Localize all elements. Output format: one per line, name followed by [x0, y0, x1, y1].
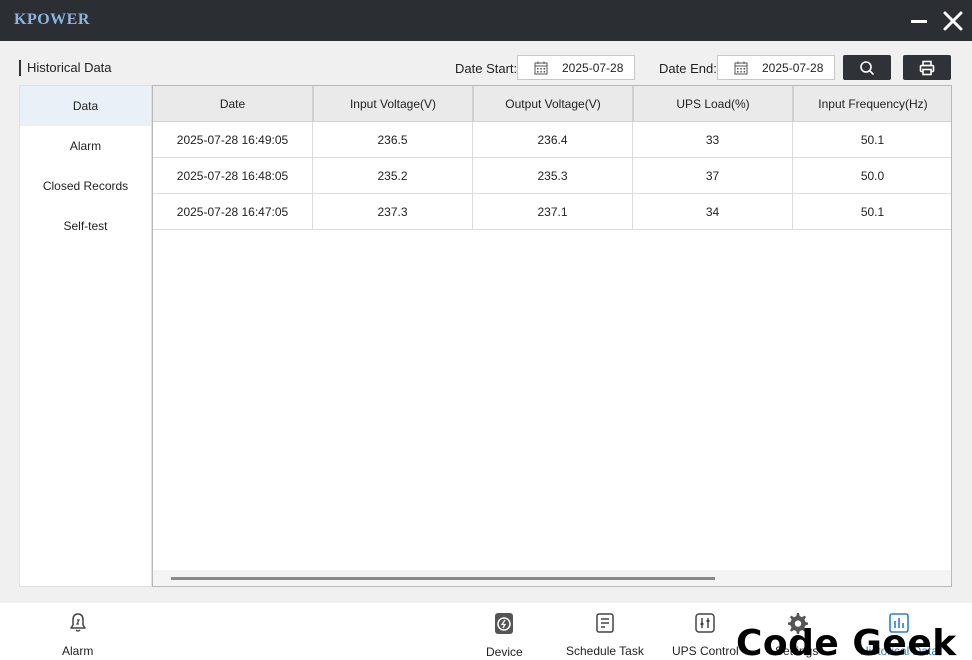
nav-label: Device [486, 645, 523, 659]
sidebar-item-self-test[interactable]: Self-test [20, 206, 151, 246]
table-cell: 2025-07-28 16:47:05 [153, 194, 313, 230]
table-row[interactable]: 2025-07-28 16:49:05 236.5 236.4 33 50.1 [153, 122, 951, 158]
ups-control-icon [695, 613, 716, 633]
alarm-bell-icon [69, 613, 86, 632]
table-cell: 237.3 [313, 194, 473, 230]
date-end-label: Date End: [659, 61, 717, 76]
device-power-icon [495, 613, 514, 634]
date-start-label: Date Start: [455, 61, 518, 76]
table-cell: 236.4 [473, 122, 633, 158]
column-header-date[interactable]: Date [153, 86, 313, 122]
close-icon [943, 11, 963, 31]
column-header-input-voltage[interactable]: Input Voltage(V) [313, 86, 473, 122]
table-cell: 237.1 [473, 194, 633, 230]
table-cell: 50.1 [793, 122, 951, 158]
search-icon [860, 60, 874, 75]
table-cell: 235.2 [313, 158, 473, 194]
scrollbar-thumb[interactable] [171, 577, 715, 580]
table-cell: 236.5 [313, 122, 473, 158]
nav-label: UPS Control [672, 644, 739, 658]
sidebar-item-label: Alarm [69, 139, 102, 153]
search-button[interactable] [843, 55, 891, 80]
table-cell: 37 [633, 158, 793, 194]
minimize-button[interactable] [907, 8, 933, 34]
nav-device[interactable]: Device [486, 603, 523, 660]
nav-alarm[interactable]: Alarm [62, 603, 93, 660]
table-cell: 34 [633, 194, 793, 230]
horizontal-scrollbar[interactable] [153, 570, 951, 586]
column-header-output-voltage[interactable]: Output Voltage(V) [473, 86, 633, 122]
sidebar-item-label: Closed Records [42, 179, 129, 193]
sidebar: Data Alarm Closed Records Self-test [19, 85, 152, 587]
data-table: Date Input Voltage(V) Output Voltage(V) … [152, 85, 952, 587]
sidebar-item-label: Data [72, 99, 99, 113]
table-cell: 50.0 [793, 158, 951, 194]
sidebar-item-alarm[interactable]: Alarm [20, 126, 151, 166]
column-header-ups-load[interactable]: UPS Load(%) [633, 86, 793, 122]
date-end-value: 2025-07-28 [762, 60, 824, 75]
nav-ups-control[interactable]: UPS Control [672, 603, 739, 660]
minimize-icon [911, 20, 927, 23]
sidebar-item-label: Self-test [63, 219, 108, 233]
nav-schedule-task[interactable]: Schedule Task [566, 603, 644, 660]
table-cell: 2025-07-28 16:48:05 [153, 158, 313, 194]
app-brand: KPOWER [14, 11, 90, 28]
watermark: Code Geek [736, 623, 957, 660]
sidebar-item-data[interactable]: Data [20, 86, 151, 126]
schedule-task-icon [596, 613, 614, 633]
sidebar-item-closed-records[interactable]: Closed Records [20, 166, 151, 206]
table-cell: 33 [633, 122, 793, 158]
table-cell: 235.3 [473, 158, 633, 194]
table-cell: 50.1 [793, 194, 951, 230]
table-row[interactable]: 2025-07-28 16:48:05 235.2 235.3 37 50.0 [153, 158, 951, 194]
date-end-picker[interactable]: 2025-07-28 [717, 55, 835, 80]
nav-label: Schedule Task [566, 644, 644, 658]
date-start-value: 2025-07-28 [562, 60, 624, 75]
table-row[interactable]: 2025-07-28 16:47:05 237.3 237.1 34 50.1 [153, 194, 951, 230]
table-cell: 2025-07-28 16:49:05 [153, 122, 313, 158]
close-button[interactable] [940, 8, 966, 34]
calendar-icon [734, 61, 748, 74]
main-content: Historical Data Date Start: 2025-07-28 D… [0, 41, 972, 603]
date-start-picker[interactable]: 2025-07-28 [517, 55, 635, 80]
nav-label: Alarm [62, 644, 94, 658]
page-title: Historical Data [19, 60, 112, 76]
printer-icon [919, 60, 935, 75]
title-bar: KPOWER [0, 0, 972, 41]
table-header: Date Input Voltage(V) Output Voltage(V) … [153, 86, 951, 122]
calendar-icon [534, 61, 548, 74]
print-button[interactable] [903, 55, 951, 80]
column-header-input-frequency[interactable]: Input Frequency(Hz) [793, 86, 951, 122]
